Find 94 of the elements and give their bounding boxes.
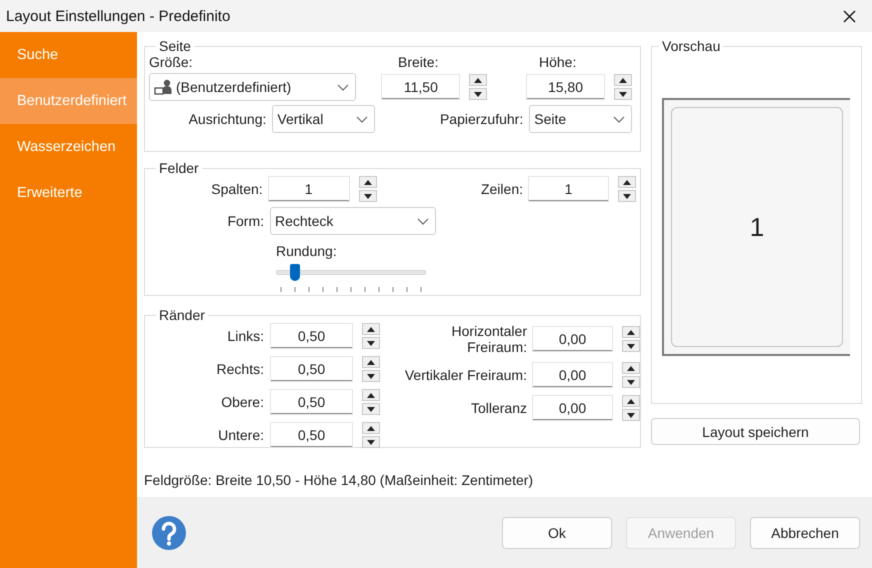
- field-label: Höhe:: [539, 54, 576, 70]
- section-title: Seite: [158, 38, 192, 54]
- spin-down-button[interactable]: [362, 370, 380, 382]
- chevron-down-icon: [613, 116, 625, 122]
- field-label: Breite:: [398, 54, 440, 70]
- number-field[interactable]: 1: [529, 177, 608, 201]
- dialog-button[interactable]: Ok: [502, 516, 612, 548]
- dialog-button[interactable]: Abbrechen: [750, 516, 860, 548]
- number-field[interactable]: 0,50: [271, 423, 352, 447]
- save-layout-button[interactable]: Layout speichern: [651, 418, 860, 445]
- field-label: Vertikaler Freiraum:: [404, 367, 527, 383]
- up-arrow-icon: [367, 326, 375, 332]
- down-arrow-icon: [474, 92, 482, 96]
- spin-down-button[interactable]: [362, 337, 380, 349]
- spin-up-button[interactable]: [362, 356, 380, 368]
- up-arrow-icon: [367, 392, 375, 398]
- field-label: Ausrichtung:: [188, 111, 266, 127]
- spin-down-button[interactable]: [618, 190, 636, 202]
- field-label: Form:: [226, 213, 264, 229]
- number-field[interactable]: 0,00: [533, 363, 612, 387]
- number-field[interactable]: 1: [268, 177, 349, 201]
- down-arrow-icon: [627, 344, 635, 348]
- dropdown[interactable]: Rechteck: [270, 207, 436, 235]
- number-field[interactable]: 0,50: [271, 390, 352, 414]
- spin-up-button[interactable]: [618, 176, 636, 188]
- dropdown[interactable]: (Benutzerdefiniert): [149, 73, 356, 101]
- up-arrow-icon: [367, 426, 375, 430]
- spin-down-button[interactable]: [469, 88, 488, 100]
- up-arrow-icon: [364, 180, 372, 184]
- down-arrow-icon: [627, 412, 635, 418]
- spin-up-button[interactable]: [362, 323, 380, 335]
- down-arrow-icon: [623, 194, 631, 198]
- down-arrow-icon: [367, 406, 375, 412]
- field-label: Rechts:: [216, 361, 264, 377]
- field-size-text: Feldgröße: Breite 10,50 - Höhe 14,80 (Maßeinheit: Zentimeter): [143, 471, 534, 490]
- up-arrow-icon: [367, 360, 375, 364]
- spin-down-button[interactable]: [358, 190, 377, 202]
- number-field[interactable]: 15,80: [527, 75, 604, 99]
- section-title: Ränder: [158, 307, 206, 323]
- close-icon: [842, 10, 856, 22]
- down-arrow-icon: [619, 92, 627, 96]
- up-arrow-icon: [627, 330, 635, 334]
- spin-up-button[interactable]: [362, 389, 380, 401]
- chevron-down-icon: [417, 218, 429, 224]
- spin-up-button[interactable]: [469, 74, 488, 86]
- field-label: Größe:: [149, 54, 194, 70]
- number-field[interactable]: 0,50: [271, 324, 352, 348]
- dropdown[interactable]: Vertikal: [272, 105, 376, 133]
- chevron-down-icon: [356, 116, 368, 122]
- spin-down-button[interactable]: [622, 340, 640, 352]
- slider-thumb[interactable]: [290, 264, 300, 281]
- spin-up-button[interactable]: [358, 176, 377, 188]
- down-arrow-icon: [627, 380, 635, 384]
- slider[interactable]: [276, 264, 426, 281]
- section-title: Vorschau: [661, 38, 722, 54]
- page-person-icon: [154, 78, 172, 96]
- spin-down-button[interactable]: [362, 436, 380, 448]
- dropdown[interactable]: Seite: [529, 105, 632, 133]
- up-arrow-icon: [627, 366, 635, 370]
- field-label: Rundung:: [276, 243, 337, 259]
- field-label: Zeilen:: [480, 181, 523, 197]
- spin-down-button[interactable]: [622, 376, 640, 388]
- spin-down-button[interactable]: [362, 403, 380, 415]
- chevron-down-icon: [337, 84, 350, 90]
- field-label: Horizontaler Freiraum:: [450, 323, 527, 355]
- field-label: Spalten:: [210, 181, 263, 197]
- up-arrow-icon: [627, 398, 635, 404]
- spin-up-button[interactable]: [362, 422, 380, 434]
- help-icon[interactable]: [151, 514, 187, 550]
- field-label: Papierzufuhr:: [438, 111, 524, 127]
- up-arrow-icon: [623, 180, 631, 184]
- field-label: Links:: [226, 328, 264, 344]
- number-field[interactable]: 0,50: [271, 357, 352, 381]
- up-arrow-icon: [474, 78, 482, 82]
- number-field[interactable]: 0,00: [533, 396, 612, 420]
- number-field[interactable]: 11,50: [382, 75, 460, 99]
- up-arrow-icon: [619, 78, 627, 82]
- section-title: Felder: [158, 160, 200, 176]
- spin-up-button[interactable]: [622, 395, 640, 407]
- down-arrow-icon: [367, 440, 375, 444]
- number-field[interactable]: 0,00: [533, 327, 612, 351]
- down-arrow-icon: [364, 194, 372, 198]
- spin-up-button[interactable]: [614, 74, 632, 86]
- spin-down-button[interactable]: [614, 88, 632, 100]
- field-label: Untere:: [217, 427, 264, 443]
- page-number: 1: [750, 212, 764, 242]
- spin-up-button[interactable]: [622, 326, 640, 338]
- spin-up-button[interactable]: [622, 362, 640, 374]
- window-title: Layout Einstellungen - Predefinito: [6, 8, 230, 24]
- down-arrow-icon: [367, 340, 375, 346]
- down-arrow-icon: [367, 374, 375, 378]
- field-label: Tolleranz: [470, 400, 527, 416]
- field-label: Obere:: [220, 394, 264, 410]
- spin-down-button[interactable]: [622, 409, 640, 421]
